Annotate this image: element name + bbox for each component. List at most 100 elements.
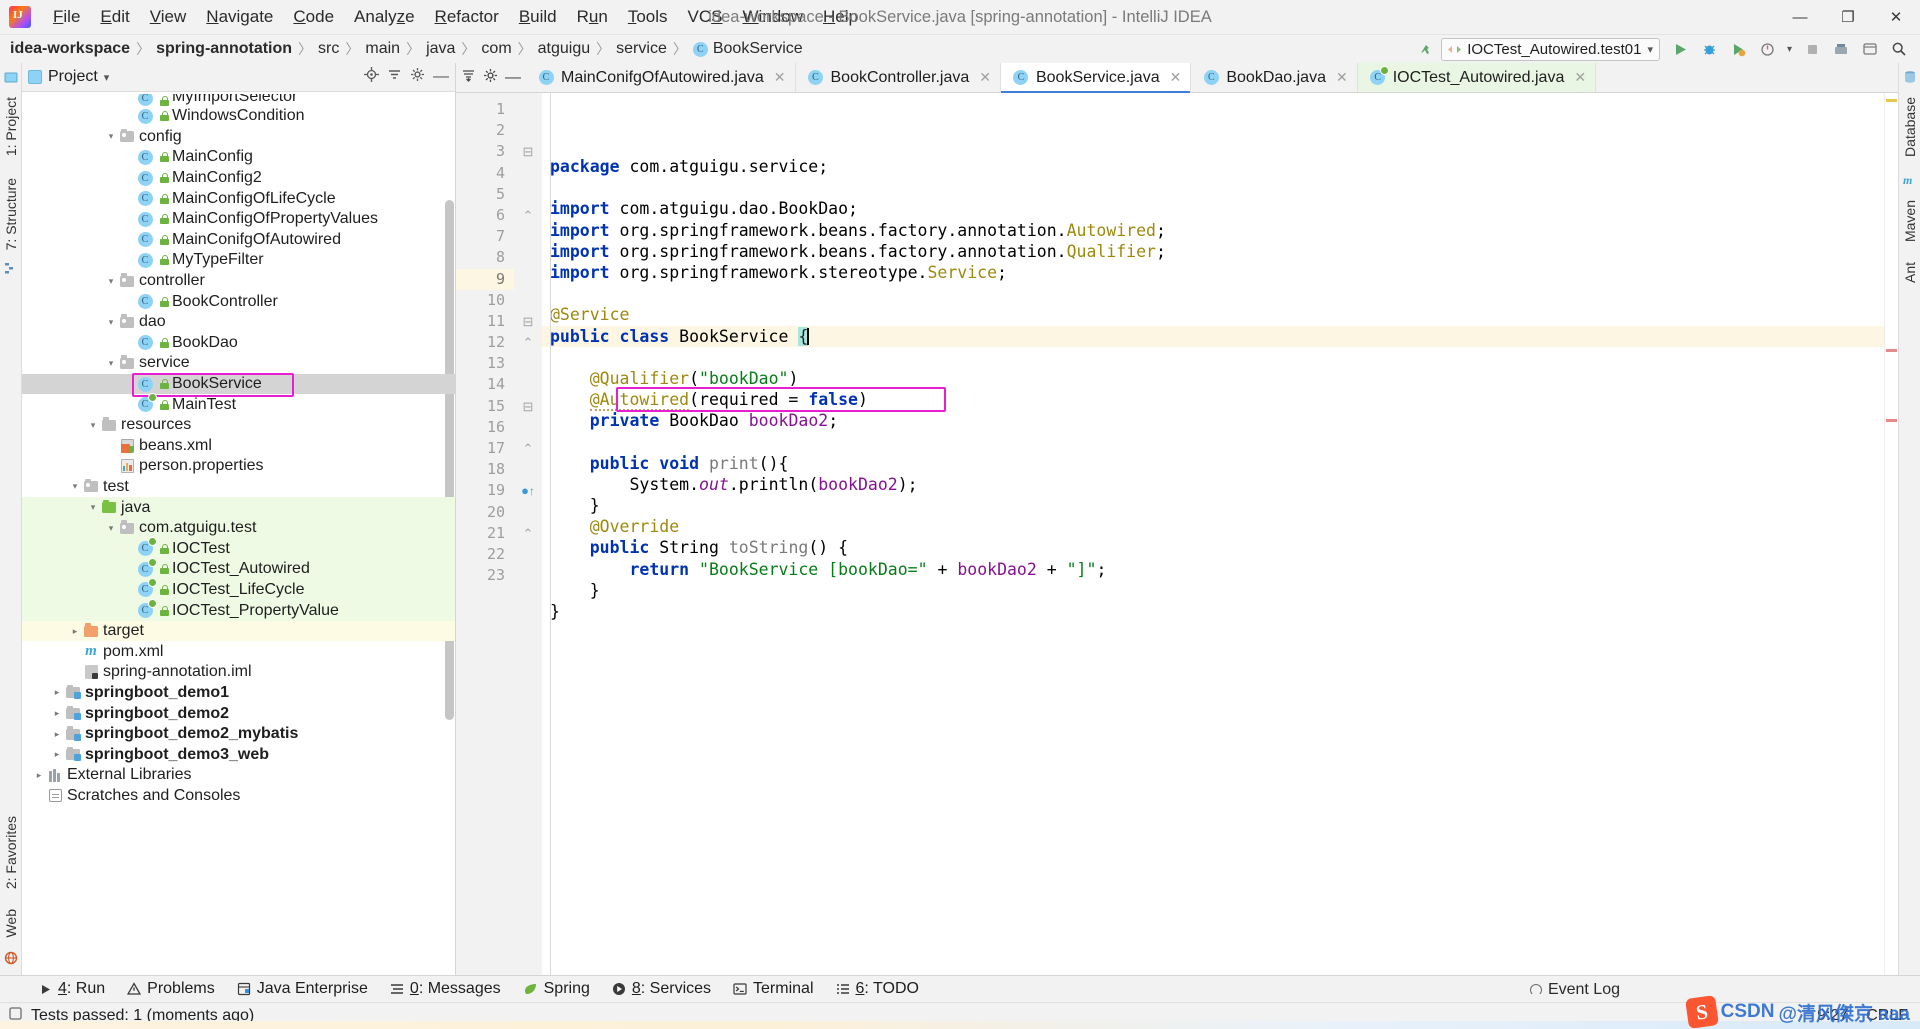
sidebar-item-maven[interactable]: Maven bbox=[1902, 194, 1918, 248]
chevron-right-icon[interactable]: ▸ bbox=[68, 626, 82, 637]
tree-node-bookcontroller[interactable]: C BookController bbox=[22, 291, 455, 312]
tab-bookservice-java[interactable]: C BookService.java ✕ bbox=[1000, 63, 1192, 93]
code-line[interactable]: import org.springframework.beans.factory… bbox=[542, 241, 1884, 262]
line-number[interactable]: 16 bbox=[456, 417, 514, 438]
sidebar-item-ant[interactable]: Ant bbox=[1902, 256, 1918, 289]
code-line[interactable]: @Autowired(required = false) bbox=[542, 389, 1884, 412]
breadcrumb-item-main[interactable]: main bbox=[365, 40, 400, 58]
tree-node-scratches-and-consoles[interactable]: Scratches and Consoles bbox=[22, 786, 455, 807]
locate-icon[interactable] bbox=[364, 67, 379, 87]
breadcrumb-item-spring-annotation[interactable]: spring-annotation bbox=[156, 40, 292, 58]
tree-node-ioctest-autowired[interactable]: C IOCTest_Autowired bbox=[22, 558, 455, 580]
tree-node-service[interactable]: ▾ service bbox=[22, 353, 455, 374]
code-fold-icon[interactable]: ⌃ bbox=[514, 438, 542, 459]
line-number[interactable]: 3 bbox=[456, 141, 514, 162]
change-marker[interactable] bbox=[1886, 419, 1897, 422]
chevron-down-icon[interactable]: ▾ bbox=[1647, 43, 1653, 56]
tree-node-bookservice[interactable]: C BookService bbox=[22, 373, 455, 395]
build-icon[interactable] bbox=[1828, 37, 1854, 61]
override-method-icon[interactable]: ●↑ bbox=[514, 480, 542, 501]
update-project-icon[interactable] bbox=[1412, 37, 1438, 61]
sidebar-item-database[interactable]: Database bbox=[1902, 91, 1918, 163]
tree-node-windowscondition[interactable]: C WindowsCondition bbox=[22, 106, 455, 127]
code-editor[interactable]: 1 2 3 4 5 6 7 8 9 10 11 12 13 14 15 16 17 18 19 20 21 22 23 ⊟ ⌃… bbox=[456, 93, 1898, 975]
code-line[interactable]: } bbox=[542, 580, 1884, 601]
chevron-down-icon[interactable]: ▾ bbox=[86, 502, 100, 513]
run-icon[interactable] bbox=[1667, 37, 1693, 61]
settings-icon[interactable] bbox=[1857, 37, 1883, 61]
search-icon[interactable] bbox=[1886, 37, 1912, 61]
chevron-down-icon[interactable]: ▾ bbox=[68, 481, 82, 492]
code-line[interactable]: import org.springframework.stereotype.Se… bbox=[542, 262, 1884, 283]
tree-node-java[interactable]: ▾ java bbox=[22, 497, 455, 518]
code-fold-icon[interactable]: ⌃ bbox=[514, 523, 542, 544]
chevron-down-icon[interactable]: ▾ bbox=[104, 317, 118, 328]
tree-node-spring-annotation-iml[interactable]: spring-annotation.iml bbox=[22, 662, 455, 683]
sidebar-item-structure[interactable]: 7: Structure bbox=[3, 172, 19, 256]
tree-node-resources[interactable]: ▾ resources bbox=[22, 415, 455, 436]
code-line[interactable]: return "BookService [bookDao=" + bookDao… bbox=[542, 559, 1884, 580]
line-number[interactable]: 6 bbox=[456, 205, 514, 226]
code-line[interactable]: import com.atguigu.dao.BookDao; bbox=[542, 198, 1884, 219]
menu-edit[interactable]: Edit bbox=[90, 3, 139, 31]
code-line[interactable]: @Qualifier("bookDao") bbox=[542, 368, 1884, 389]
line-number[interactable]: 2 bbox=[456, 120, 514, 141]
code-line[interactable]: @Override bbox=[542, 516, 1884, 537]
line-number[interactable]: 19 bbox=[456, 480, 514, 501]
code-line[interactable] bbox=[542, 177, 1884, 198]
project-tree[interactable]: C MyImportSelector C WindowsCondition ▾ confi… bbox=[22, 92, 455, 975]
menu-analyze[interactable]: Analyze bbox=[344, 3, 425, 31]
tree-node-test[interactable]: ▾ test bbox=[22, 477, 455, 498]
code-fold-icon[interactable]: ⊟ bbox=[514, 311, 542, 332]
code-line[interactable] bbox=[542, 622, 1884, 643]
line-number[interactable]: 7 bbox=[456, 226, 514, 247]
code-line[interactable]: public String toString() { bbox=[542, 537, 1884, 558]
breadcrumb[interactable]: idea-workspace 〉 spring-annotation 〉 src 〉 mai… bbox=[10, 39, 803, 59]
sidebar-item-favorites[interactable]: 2: Favorites bbox=[3, 810, 19, 895]
menu-navigate[interactable]: Navigate bbox=[196, 3, 283, 31]
hide-icon[interactable]: — bbox=[505, 69, 521, 85]
code-fold-icon[interactable]: ⌃ bbox=[514, 332, 542, 353]
breadcrumb-item-java[interactable]: java bbox=[426, 40, 455, 58]
menu-window[interactable]: Window bbox=[733, 3, 813, 31]
line-number[interactable]: 4 bbox=[456, 163, 514, 184]
code-line[interactable] bbox=[542, 431, 1884, 452]
stop-icon[interactable] bbox=[1799, 37, 1825, 61]
line-number[interactable]: 23 bbox=[456, 565, 514, 586]
code-line[interactable]: package com.atguigu.service; bbox=[542, 156, 1884, 177]
line-number[interactable]: 5 bbox=[456, 184, 514, 205]
code-line[interactable]: @Service bbox=[542, 304, 1884, 325]
minimize-button[interactable]: — bbox=[1776, 0, 1824, 35]
tree-node-mainconfig[interactable]: C MainConfig bbox=[22, 147, 455, 168]
tree-node-person-properties[interactable]: person.properties bbox=[22, 456, 455, 477]
chevron-down-icon[interactable]: ▾ bbox=[86, 420, 100, 431]
tool-window-services[interactable]: 8: Services bbox=[601, 978, 722, 1000]
chevron-right-icon[interactable]: ▸ bbox=[50, 687, 64, 698]
collapse-all-icon[interactable] bbox=[387, 67, 402, 87]
menu-view[interactable]: View bbox=[140, 3, 197, 31]
tree-node-controller[interactable]: ▾ controller bbox=[22, 271, 455, 292]
tree-node-dao[interactable]: ▾ dao bbox=[22, 312, 455, 333]
chevron-down-icon[interactable]: ▾ bbox=[104, 276, 118, 287]
tree-node-beans-xml[interactable]: beans.xml bbox=[22, 436, 455, 457]
code-line[interactable]: public class BookService { bbox=[542, 325, 1884, 347]
menu-help[interactable]: Help bbox=[813, 3, 868, 31]
settings-icon[interactable] bbox=[410, 67, 425, 87]
tree-node-springboot-demo3-web[interactable]: ▸ springboot_demo3_web bbox=[22, 744, 455, 765]
tool-window-problems[interactable]: Problems bbox=[116, 978, 226, 1000]
tree-node-springboot-demo1[interactable]: ▸ springboot_demo1 bbox=[22, 683, 455, 704]
chevron-right-icon[interactable]: ▸ bbox=[32, 770, 46, 781]
fold-marker-gutter[interactable]: ⊟ ⌃ ⊟ ⌃ ⊟ ⌃ ●↑ ⌃ bbox=[514, 93, 542, 975]
tool-window-terminal[interactable]: Terminal bbox=[722, 978, 824, 1000]
code-fold-icon[interactable]: ⊟ bbox=[514, 396, 542, 417]
chevron-down-icon[interactable]: ▾ bbox=[104, 523, 118, 534]
tool-window-java-enterprise[interactable]: Java Enterprise bbox=[226, 978, 379, 1000]
tree-node-mainconfig2[interactable]: C MainConfig2 bbox=[22, 168, 455, 189]
project-panel-title[interactable]: Project ▾ bbox=[28, 68, 109, 86]
tab-mainconifgofautowired-java[interactable]: C MainConifgOfAutowired.java ✕ bbox=[526, 63, 796, 92]
code-line[interactable] bbox=[542, 347, 1884, 368]
close-icon[interactable]: ✕ bbox=[979, 69, 991, 86]
tree-node-maintest[interactable]: C MainTest bbox=[22, 394, 455, 415]
line-number[interactable]: 18 bbox=[456, 459, 514, 480]
tree-node-external-libraries[interactable]: ▸ External Libraries bbox=[22, 765, 455, 786]
